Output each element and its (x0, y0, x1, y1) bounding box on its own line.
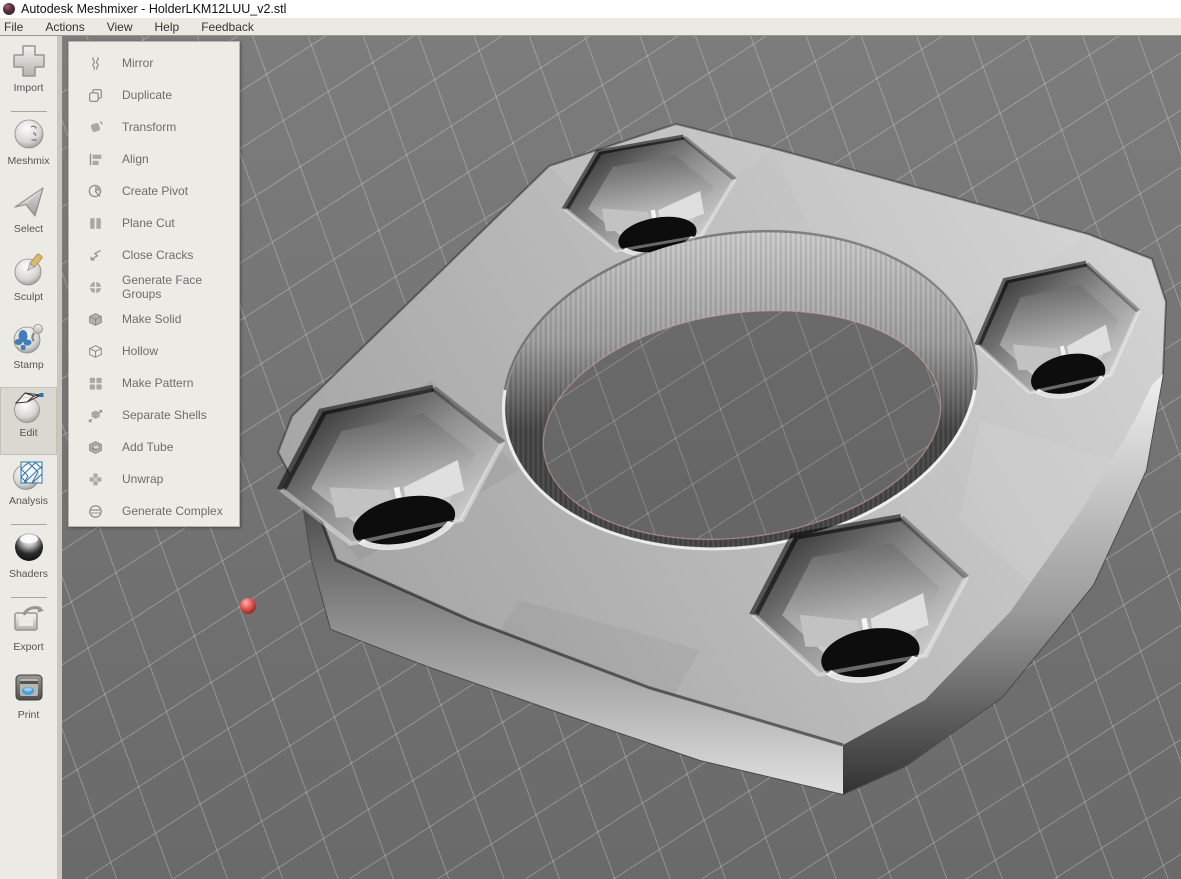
edit-menu-close-cracks[interactable]: Close Cracks (69, 239, 239, 271)
sidebar-tool-select[interactable]: Select (0, 183, 57, 251)
menu-bar: File Actions View Help Feedback (0, 18, 1181, 36)
edit-menu-separate-shells[interactable]: Separate Shells (69, 399, 239, 431)
menu-actions[interactable]: Actions (34, 20, 95, 34)
hollow-icon (89, 344, 102, 358)
title-bar[interactable]: Autodesk Meshmixer - HolderLKM12LUU_v2.s… (0, 0, 1181, 18)
create-pivot-icon (88, 184, 102, 197)
sidebar-divider (10, 524, 47, 525)
sidebar-tool-sculpt[interactable]: Sculpt (0, 251, 57, 319)
edit-menu-align[interactable]: Align (69, 143, 239, 175)
edit-icon (13, 392, 43, 423)
edit-menu-generate-complex[interactable]: Generate Complex (69, 495, 239, 527)
sidebar-tool-stamp[interactable]: Stamp (0, 319, 57, 387)
import-icon (12, 45, 45, 77)
analysis-icon (12, 461, 42, 490)
menu-file[interactable]: File (0, 20, 34, 34)
meshmix-icon (14, 119, 43, 149)
separate-shells-icon (88, 409, 103, 422)
make-solid-icon (89, 312, 102, 326)
sidebar-tool-analysis[interactable]: Analysis (0, 455, 57, 523)
stamp-icon (13, 324, 43, 354)
edit-menu-mirror[interactable]: Mirror (69, 47, 239, 79)
sidebar-tool-import[interactable]: Import (0, 42, 57, 110)
edit-menu-create-pivot[interactable]: Create Pivot (69, 175, 239, 207)
transform-icon (90, 120, 103, 132)
edit-menu-generate-face-groups[interactable]: Generate Face Groups (69, 271, 239, 303)
edit-menu-duplicate[interactable]: Duplicate (69, 79, 239, 111)
close-cracks-icon (90, 249, 101, 260)
sidebar-tool-shaders[interactable]: Shaders (0, 528, 57, 596)
print-icon (15, 674, 42, 701)
pivot-point-sphere[interactable] (240, 598, 256, 614)
edit-tool-panel: Mirror Duplicate Transform Align Create … (68, 41, 240, 527)
plane-cut-icon (90, 217, 101, 229)
edit-menu-transform[interactable]: Transform (69, 111, 239, 143)
meshmixer-window: Autodesk Meshmixer - HolderLKM12LUU_v2.s… (0, 0, 1181, 879)
edit-menu-make-solid[interactable]: Make Solid (69, 303, 239, 335)
shaders-icon (14, 533, 43, 561)
sidebar-tool-meshmix[interactable]: Meshmix (0, 115, 57, 183)
generate-complex-icon (89, 504, 102, 518)
add-tube-icon (89, 440, 102, 454)
menu-feedback[interactable]: Feedback (190, 20, 265, 34)
generate-face-groups-icon (89, 281, 102, 293)
sidebar-tool-edit[interactable]: Edit (0, 387, 57, 455)
menu-view[interactable]: View (96, 20, 144, 34)
tool-sidebar: Import Meshmix Select Sculpt Stamp Edit … (0, 36, 62, 879)
align-icon (89, 153, 102, 165)
edit-menu-make-pattern[interactable]: Make Pattern (69, 367, 239, 399)
unwrap-icon (89, 473, 102, 485)
edit-menu-hollow[interactable]: Hollow (69, 335, 239, 367)
edit-menu-plane-cut[interactable]: Plane Cut (69, 207, 239, 239)
sidebar-divider (10, 111, 47, 112)
make-pattern-icon (89, 377, 102, 390)
edit-menu-unwrap[interactable]: Unwrap (69, 463, 239, 495)
menu-help[interactable]: Help (144, 20, 191, 34)
export-icon (13, 605, 44, 631)
sidebar-divider (10, 597, 47, 598)
sculpt-icon (14, 253, 43, 286)
duplicate-icon (89, 88, 102, 102)
edit-menu-add-tube[interactable]: Add Tube (69, 431, 239, 463)
window-title: Autodesk Meshmixer - HolderLKM12LUU_v2.s… (21, 2, 287, 16)
mirror-icon (92, 56, 99, 70)
sidebar-tool-print[interactable]: Print (0, 669, 57, 737)
app-icon (3, 3, 15, 15)
sidebar-tool-export[interactable]: Export (0, 601, 57, 669)
select-icon (13, 187, 44, 217)
